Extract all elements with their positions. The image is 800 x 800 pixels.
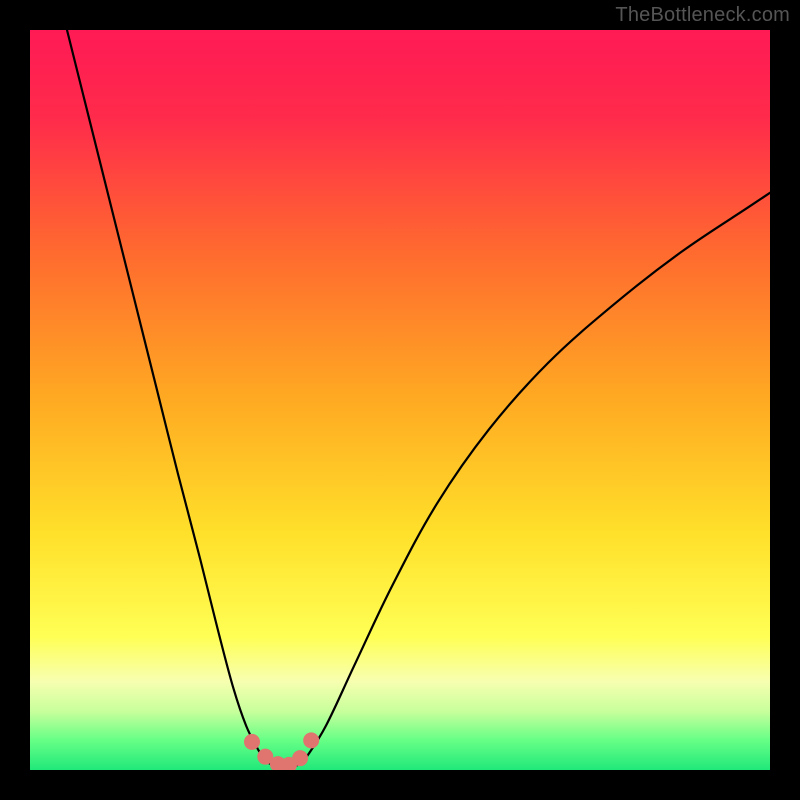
plot-area	[30, 30, 770, 770]
trough-marker	[303, 732, 319, 748]
curve-layer	[30, 30, 770, 770]
bottleneck-curve	[67, 30, 770, 768]
watermark-text: TheBottleneck.com	[615, 4, 790, 27]
trough-marker	[244, 734, 260, 750]
trough-marker	[292, 750, 308, 766]
trough-marker-group	[244, 732, 319, 770]
